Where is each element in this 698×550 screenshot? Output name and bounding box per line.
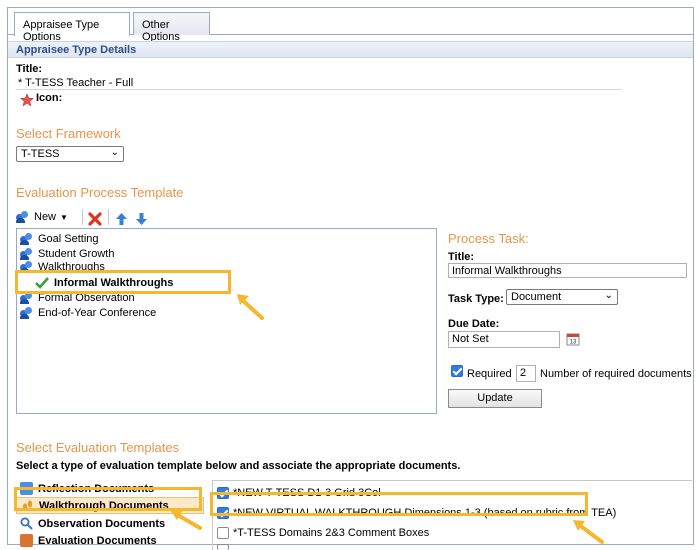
task-type-label: Task Type: [448, 293, 504, 305]
highlight-box [210, 492, 588, 516]
process-task-heading: Process Task: [448, 231, 529, 246]
required-count-input[interactable]: 2 [516, 365, 536, 382]
due-date-input[interactable]: Not Set [448, 331, 560, 348]
people-add-icon [16, 211, 30, 223]
evaluation-icon [20, 534, 33, 547]
tree-item-label: End-of-Year Conference [38, 306, 157, 319]
update-button[interactable]: Update [448, 389, 542, 408]
tree-item-label: Student Growth [38, 247, 115, 260]
new-button[interactable]: New ▼ [16, 208, 72, 226]
required-checkbox[interactable] [451, 365, 463, 377]
eval-templates-instruction: Select a type of evaluation template bel… [16, 460, 461, 472]
pointer-arrow-icon [171, 510, 202, 530]
framework-heading: Select Framework [16, 126, 121, 141]
tree-item-end-of-year-conference[interactable]: End-of-Year Conference [20, 305, 156, 320]
calendar-icon[interactable]: 13 [566, 332, 580, 346]
section-header: Appraisee Type Details [8, 41, 693, 58]
required-label: Required [467, 368, 512, 380]
move-up-icon[interactable] [115, 210, 128, 228]
star-icon[interactable] [20, 93, 34, 107]
delete-icon[interactable] [88, 210, 102, 228]
document-checkbox[interactable] [217, 527, 229, 539]
framework-selected: T-TESS [21, 148, 60, 160]
people-icon [20, 306, 34, 319]
required-count-label: Number of required documents [540, 368, 692, 380]
pointer-arrow-icon [573, 520, 604, 544]
process-template-heading: Evaluation Process Template [16, 185, 184, 200]
eval-templates-heading: Select Evaluation Templates [16, 440, 180, 455]
type-item-label: Evaluation Documents [38, 534, 157, 547]
tree-item-goal-setting[interactable]: Goal Setting [20, 231, 99, 246]
document-label: *T-TESS Domains 2&3 Comment Boxes [233, 527, 430, 539]
task-type-selected: Document [511, 291, 562, 303]
task-title-label: Title: [448, 251, 475, 263]
people-icon [20, 232, 34, 245]
tab-appraisee-type-options[interactable]: Appraisee Type Options [14, 12, 130, 43]
process-tree: Goal Setting Student Growth Walkthroughs… [16, 228, 437, 414]
title-label: Title: [16, 63, 43, 75]
people-icon [20, 247, 34, 260]
due-date-label: Due Date: [448, 318, 500, 330]
type-item-label: Observation Documents [38, 517, 166, 530]
pointer-arrow-icon [237, 294, 264, 320]
tab-other-options[interactable]: Other Options [133, 12, 210, 43]
tab-bar: Appraisee Type Options Other Options [8, 8, 693, 43]
svg-text:13: 13 [570, 340, 577, 346]
highlight-box [15, 270, 231, 294]
chevron-down-icon: ⌄ [604, 290, 613, 301]
tree-item-student-growth[interactable]: Student Growth [20, 246, 114, 261]
icon-label: Icon: [36, 92, 63, 104]
document-item[interactable]: *T-TESS Domains 2&3 Comment Boxes [217, 525, 429, 541]
task-title-input[interactable]: Informal Walkthroughs [448, 263, 687, 278]
chevron-down-icon: ⌄ [110, 147, 119, 158]
framework-select[interactable]: T-TESS ⌄ [16, 146, 124, 162]
new-label: New [34, 211, 57, 223]
type-item-evaluation[interactable]: Evaluation Documents [16, 532, 204, 549]
magnifier-icon [20, 517, 33, 530]
title-input[interactable] [16, 76, 622, 90]
appraisee-type-panel: Appraisee Type Options Other Options App… [7, 7, 694, 550]
tree-item-label: Goal Setting [38, 232, 99, 245]
document-checkbox[interactable] [217, 544, 229, 550]
dropdown-arrow-icon: ▼ [60, 212, 68, 222]
task-type-select[interactable]: Document ⌄ [506, 289, 618, 305]
move-down-icon[interactable] [135, 210, 148, 228]
